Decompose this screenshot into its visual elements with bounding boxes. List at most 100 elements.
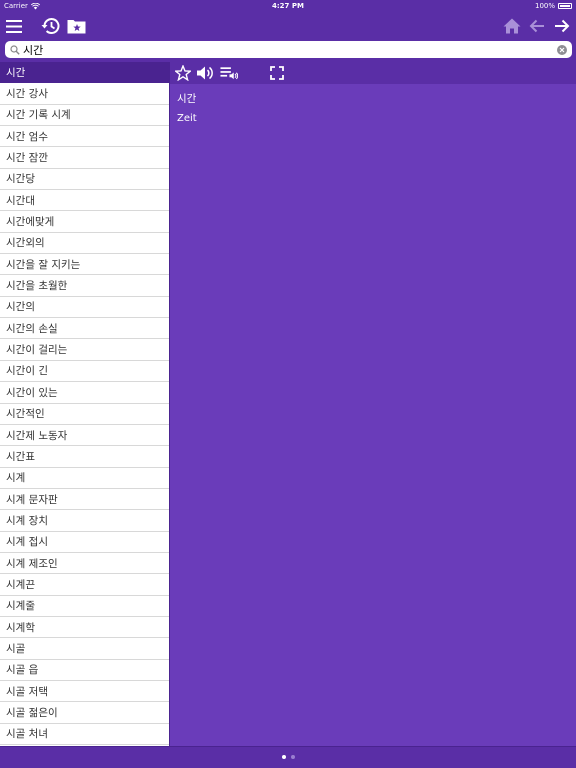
list-item-label: 시간표 [6, 450, 35, 463]
list-item[interactable]: 시골 [0, 638, 169, 660]
list-item-label: 시간당 [6, 173, 35, 186]
list-item-label: 시간이 걸리는 [6, 344, 68, 357]
list-item-label: 시간에맞게 [6, 216, 55, 229]
list-item[interactable]: 시간당 [0, 169, 169, 191]
menu-icon [6, 19, 22, 33]
detail-headword: 시간 [177, 93, 197, 105]
list-item-label: 시간을 초월한 [6, 280, 68, 293]
list-item[interactable]: 시간이 있는 [0, 382, 169, 404]
arrow-right-icon [555, 19, 570, 33]
list-item[interactable]: 시골 저택 [0, 681, 169, 703]
list-item[interactable]: 시간 기록 시계 [0, 105, 169, 127]
list-item-label: 시계줄 [6, 600, 35, 613]
list-item-label: 시계끈 [6, 578, 35, 591]
page-dot[interactable] [281, 755, 286, 759]
fullscreen-button[interactable] [268, 64, 286, 82]
list-item[interactable]: 시계학 [0, 617, 169, 639]
list-item[interactable]: 시계 제조인 [0, 553, 169, 575]
page-dot[interactable] [290, 755, 295, 759]
list-item[interactable]: 시골 읍 [0, 660, 169, 681]
list-item-label: 시간 [6, 66, 26, 79]
page-indicator[interactable] [0, 755, 576, 759]
bookmark-folder-icon [67, 20, 85, 34]
list-item[interactable]: 시간에맞게 [0, 211, 169, 233]
status-bar: Carrier 4:27 PM 100% [0, 0, 576, 12]
list-item[interactable]: 시골 젊은이 [0, 702, 169, 724]
list-item[interactable]: 시간 [0, 62, 169, 84]
battery-icon [558, 3, 572, 9]
list-item-label: 시골 젊은이 [6, 706, 58, 719]
list-item[interactable]: 시간표 [0, 446, 169, 468]
list-item[interactable]: 시간의 손실 [0, 318, 169, 340]
list-item-label: 시계 [6, 472, 26, 485]
list-item[interactable]: 시간 엄수 [0, 126, 169, 148]
playlist-audio-icon [220, 67, 238, 80]
list-item[interactable]: 시골 처녀 [0, 724, 169, 745]
list-item[interactable]: 시간의 [0, 297, 169, 319]
list-item-label: 시골 처녀 [6, 728, 48, 741]
list-item[interactable]: 시간을 잘 지키는 [0, 254, 169, 276]
list-item[interactable]: 시간이 걸리는 [0, 339, 169, 361]
detail-pane: 시간 Zeit [170, 84, 576, 746]
list-item-label: 시간을 잘 지키는 [6, 258, 81, 271]
list-item[interactable]: 시계 [0, 468, 169, 489]
list-item-label: 시간이 긴 [6, 365, 48, 378]
back-button[interactable] [525, 14, 549, 38]
menu-button[interactable] [2, 14, 26, 38]
list-item[interactable]: 시간 잠깐 [0, 147, 169, 169]
list-item-label: 시간 엄수 [6, 130, 48, 143]
bottom-bar [0, 746, 576, 768]
list-item-label: 시계학 [6, 621, 35, 634]
search-input[interactable] [23, 42, 557, 57]
bookmarks-button[interactable] [64, 14, 88, 38]
battery-percent: 100% [534, 2, 555, 10]
list-item-label: 시골 읍 [6, 664, 39, 677]
list-item-label: 시간대 [6, 194, 35, 207]
list-item[interactable]: 시간외의 [0, 233, 169, 255]
list-item-label: 시간이 있는 [6, 386, 58, 399]
list-item[interactable]: 시간제 노동자 [0, 425, 169, 447]
history-button[interactable] [38, 14, 62, 38]
status-time: 4:27 PM [272, 2, 304, 10]
fullscreen-icon [270, 66, 284, 80]
search-bar [0, 40, 576, 61]
star-icon [175, 65, 191, 81]
list-item-label: 시간의 [6, 301, 35, 314]
list-item[interactable]: 시계 접시 [0, 532, 169, 553]
list-item[interactable]: 시간대 [0, 190, 169, 212]
list-item-label: 시간 강사 [6, 88, 48, 101]
home-icon [503, 18, 521, 34]
list-item-label: 시간의 손실 [6, 322, 58, 335]
favorite-button[interactable] [174, 64, 192, 82]
list-item[interactable]: 시계 장치 [0, 510, 169, 532]
list-item-label: 시골 [6, 642, 26, 655]
list-item-label: 시간 기록 시계 [6, 109, 71, 122]
speak-button[interactable] [196, 64, 214, 82]
list-item-label: 시간제 노동자 [6, 429, 68, 442]
list-item-label: 시간적인 [6, 408, 45, 421]
detail-translation: Zeit [177, 113, 197, 124]
detail-toolbar [170, 62, 576, 84]
arrow-left-icon [529, 19, 544, 33]
list-item-label: 시계 장치 [6, 514, 48, 527]
list-item[interactable]: 시계줄 [0, 596, 169, 617]
forward-button[interactable] [550, 14, 574, 38]
list-item[interactable]: 시계 문자판 [0, 489, 169, 511]
status-right: 100% [535, 2, 572, 10]
list-item-label: 시계 접시 [6, 536, 48, 549]
home-button[interactable] [500, 14, 524, 38]
list-item[interactable]: 시간이 긴 [0, 361, 169, 383]
history-icon [41, 18, 60, 34]
list-item-label: 시계 문자판 [6, 493, 58, 506]
list-item-label: 시계 제조인 [6, 557, 58, 570]
clear-search-icon[interactable] [557, 44, 567, 55]
playlist-button[interactable] [220, 64, 238, 82]
list-item[interactable]: 시간 강사 [0, 83, 169, 105]
list-item-label: 시골 저택 [6, 685, 48, 698]
list-item-label: 시간 잠깐 [6, 152, 48, 165]
list-item[interactable]: 시간적인 [0, 404, 169, 425]
list-item[interactable]: 시계끈 [0, 574, 169, 596]
word-list: 시간시간 강사시간 기록 시계시간 엄수시간 잠깐시간당시간대시간에맞게시간외의… [0, 62, 169, 746]
top-toolbar [0, 12, 576, 40]
list-item[interactable]: 시간을 초월한 [0, 275, 169, 297]
